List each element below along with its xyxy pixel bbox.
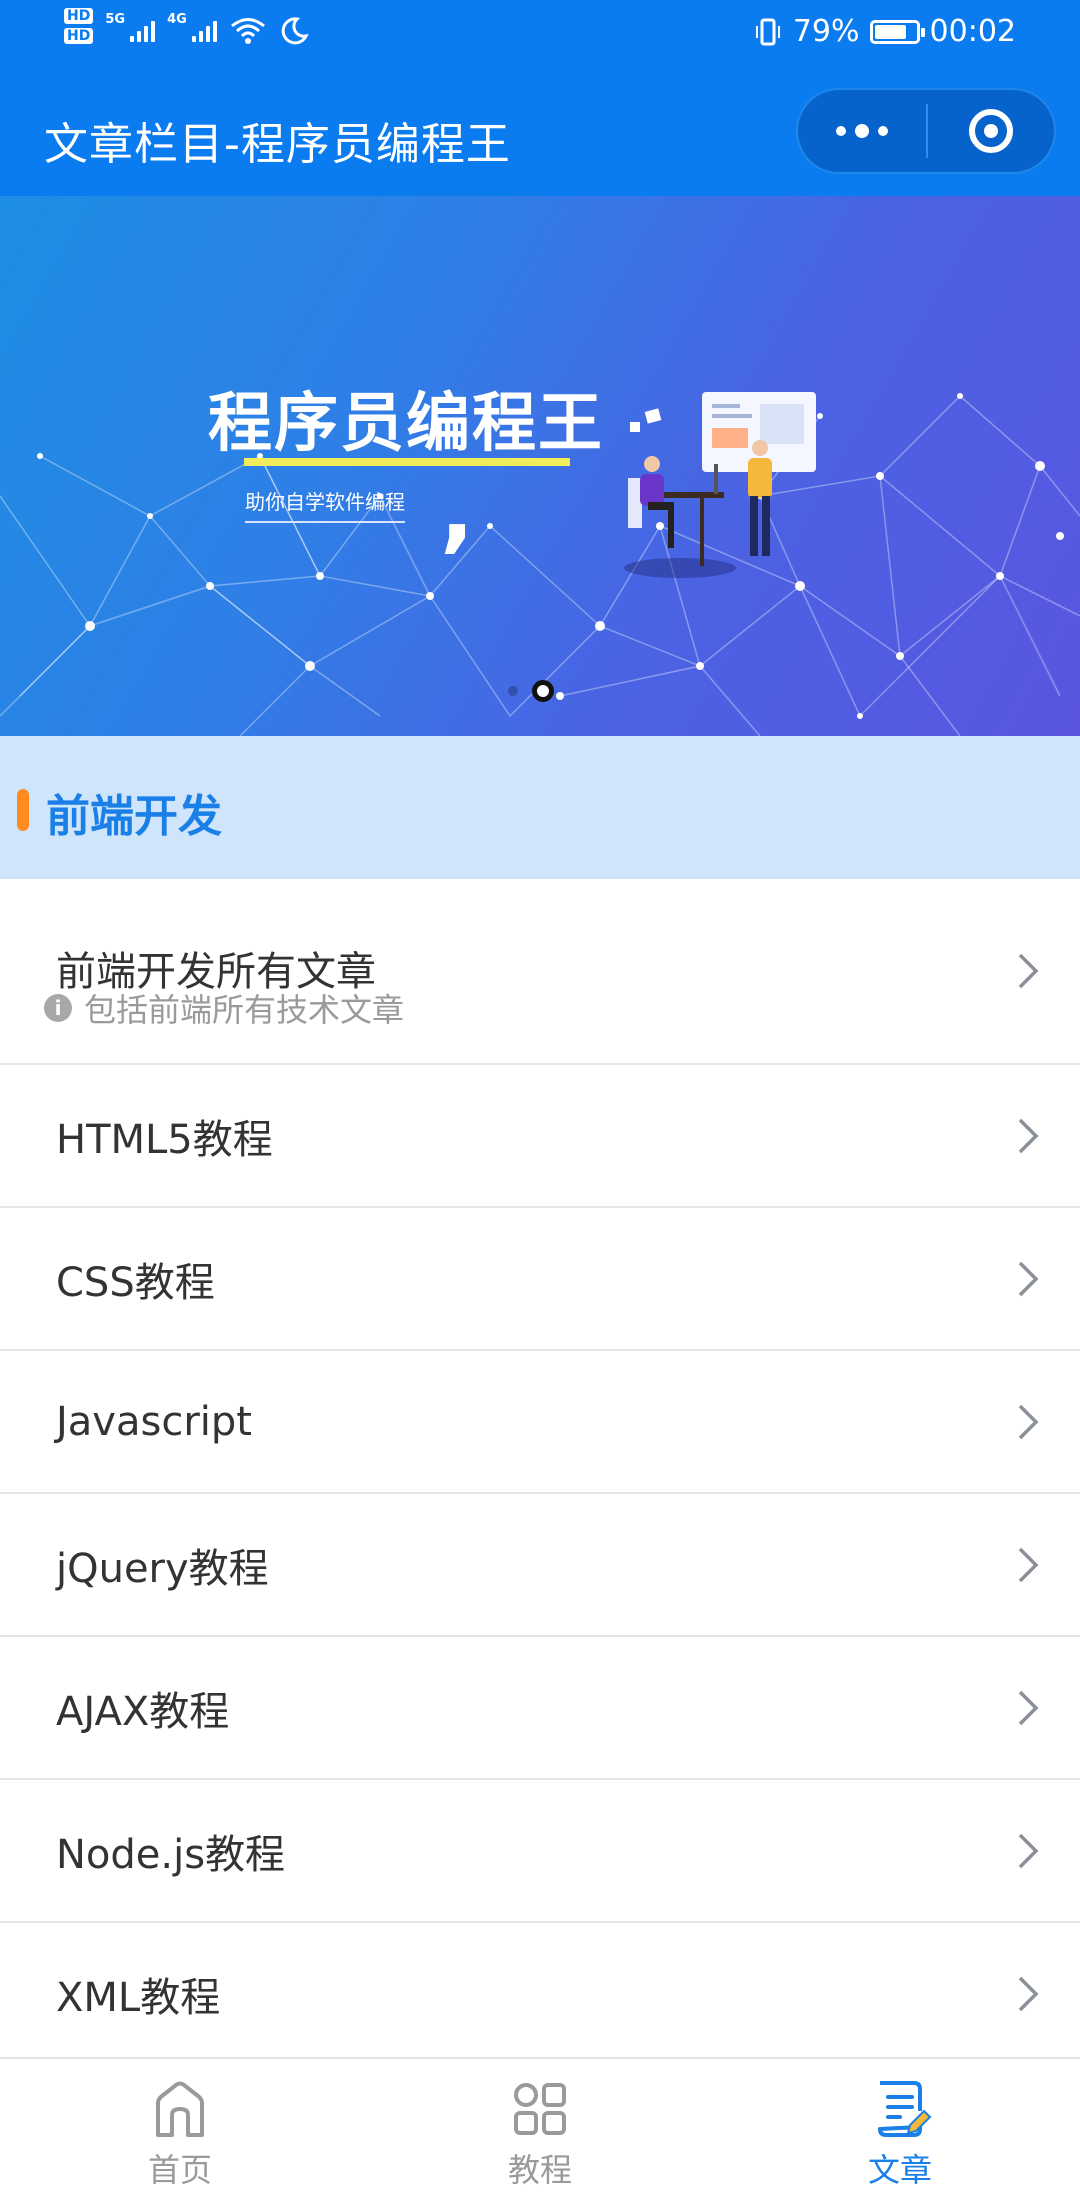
list-item[interactable]: AJAX教程 — [0, 1637, 1080, 1780]
page: HD HD 5G 4G 79% 00:02 文章栏目-程序员编程王 程序员编程王… — [0, 0, 1080, 2204]
bottom-tab-bar: 首页 教程 文章 — [0, 2057, 1080, 2204]
list-item-label: jQuery教程 — [56, 1545, 269, 1592]
chevron-right-icon — [1018, 953, 1039, 989]
banner-carousel[interactable]: 程序员编程王 助你自学软件编程 , — [0, 196, 1080, 736]
list-item[interactable]: jQuery教程 — [0, 1494, 1080, 1637]
network-graphic — [0, 392, 1080, 736]
tab-label: 教程 — [507, 2151, 572, 2189]
mini-program-capsule — [796, 88, 1056, 174]
close-target-icon[interactable] — [928, 90, 1054, 172]
chevron-right-icon — [1018, 1690, 1039, 1725]
list-item[interactable]: HTML5教程 — [0, 1065, 1080, 1208]
description-text: 包括前端所有技术文章 — [84, 991, 405, 1029]
list-item-label: CSS教程 — [56, 1259, 215, 1306]
quote-mark: , — [440, 458, 475, 563]
carousel-dot[interactable] — [508, 686, 518, 696]
banner-underline — [244, 458, 570, 466]
list-item[interactable]: Javascript — [0, 1351, 1080, 1494]
list-item-label: Javascript — [56, 1398, 252, 1445]
battery-icon — [869, 19, 925, 44]
section-header: 前端开发 — [0, 736, 1080, 879]
chevron-right-icon — [1018, 1976, 1039, 2011]
info-icon: i — [44, 994, 72, 1022]
signal-5g-icon: 5G — [105, 8, 156, 42]
tab-label: 首页 — [147, 2151, 212, 2189]
section-title: 前端开发 — [46, 791, 222, 842]
tab-articles[interactable]: 文章 — [720, 2059, 1080, 2204]
banner-title: 程序员编程王 — [208, 387, 604, 461]
hd-badge: HD — [64, 28, 94, 44]
home-icon — [156, 2081, 204, 2137]
list-item-all-articles[interactable]: 前端开发所有文章 i 包括前端所有技术文章 — [0, 879, 1080, 1065]
more-dots-icon[interactable] — [798, 90, 926, 172]
article-icon — [878, 2081, 932, 2137]
chevron-right-icon — [1018, 1547, 1039, 1582]
hd-badge: HD — [64, 8, 94, 24]
wifi-icon — [230, 18, 265, 44]
page-title: 文章栏目-程序员编程王 — [44, 119, 511, 170]
tab-home[interactable]: 首页 — [0, 2059, 360, 2204]
chevron-right-icon — [1018, 1404, 1039, 1439]
section-accent-bar — [17, 789, 29, 831]
status-bar: HD HD 5G 4G 79% 00:02 — [0, 0, 1080, 66]
list-item-label: AJAX教程 — [56, 1688, 230, 1735]
tab-tutorials[interactable]: 教程 — [360, 2059, 720, 2204]
grid-icon — [514, 2083, 566, 2135]
category-list: 前端开发所有文章 i 包括前端所有技术文章 HTML5教程 CSS教程 Java… — [0, 879, 1080, 2066]
list-item[interactable]: XML教程 — [0, 1923, 1080, 2066]
list-item-description: i 包括前端所有技术文章 — [44, 985, 404, 1031]
list-item[interactable]: Node.js教程 — [0, 1780, 1080, 1923]
chevron-right-icon — [1018, 1833, 1039, 1868]
carousel-indicators — [508, 680, 554, 702]
signal-4g-icon: 4G — [167, 8, 217, 42]
list-item[interactable]: CSS教程 — [0, 1208, 1080, 1351]
hd-badges: HD HD — [64, 8, 94, 44]
moon-icon — [281, 17, 309, 45]
clock: 00:02 — [929, 14, 1016, 49]
banner-subtitle: 助你自学软件编程 — [245, 486, 405, 523]
network-label: 5G — [105, 12, 126, 27]
illustration-developers — [624, 392, 816, 578]
list-item-label: XML教程 — [56, 1974, 221, 2021]
battery-percent: 79% — [792, 14, 860, 49]
vibrate-icon — [755, 18, 780, 45]
tab-label: 文章 — [867, 2151, 932, 2189]
list-item-label: Node.js教程 — [56, 1831, 286, 1878]
list-item-label: HTML5教程 — [56, 1116, 273, 1163]
network-label: 4G — [167, 12, 187, 27]
top-bar: HD HD 5G 4G 79% 00:02 文章栏目-程序员编程王 — [0, 0, 1080, 196]
chevron-right-icon — [1018, 1118, 1039, 1153]
carousel-dot-active[interactable] — [532, 680, 554, 702]
chevron-right-icon — [1018, 1261, 1039, 1296]
